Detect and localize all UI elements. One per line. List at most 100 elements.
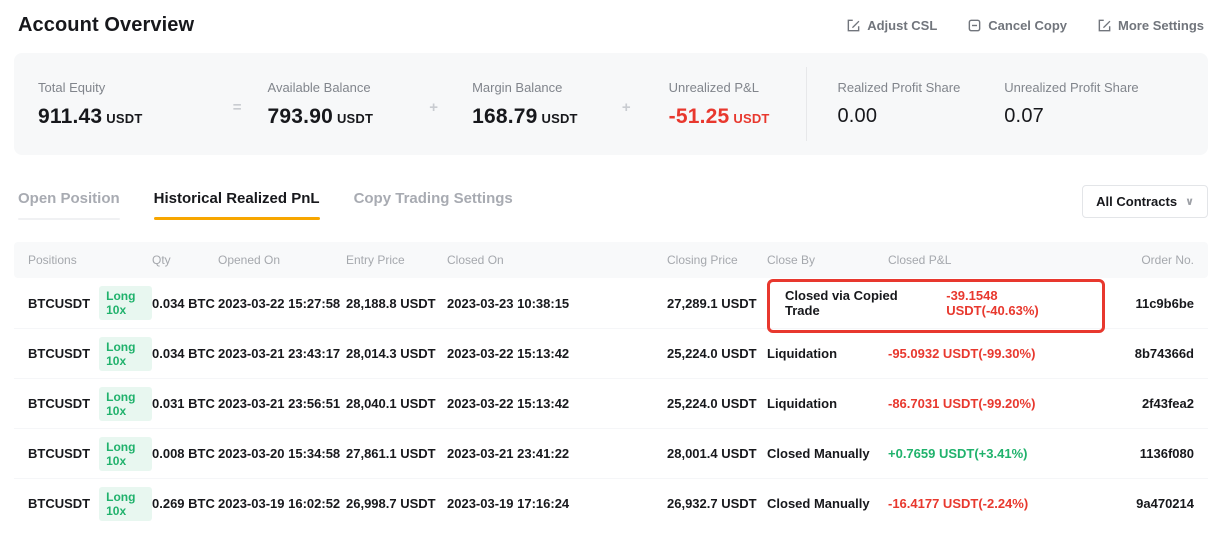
unrealized-profit-share-stat: Unrealized Profit Share 0.07 [1004,80,1184,128]
close-by-cell: Liquidation [767,396,888,411]
closed-pnl-cell: -95.0932 USDT(-99.30%) [888,346,1088,361]
tab-open-position[interactable]: Open Position [18,190,120,220]
closed-pnl-cell: -86.7031 USDT(-99.20%) [888,396,1088,411]
order-no-cell: 2f43fea2 [1088,396,1194,411]
closing-price-cell: 25,224.0 USDT [667,396,767,411]
closing-price-cell: 27,289.1 USDT [667,296,767,311]
entry-price-cell: 28,040.1 USDT [346,396,447,411]
qty-cell: 0.034 BTC [152,346,218,361]
entry-price-cell: 27,861.1 USDT [346,446,447,461]
positions-cell: BTCUSDT Long 10x [28,337,152,371]
pair-symbol: BTCUSDT [28,446,90,461]
closed-pnl-cell: +0.7659 USDT(+3.41%) [888,446,1088,461]
closed-pnl-cell: -16.4177 USDT(-2.24%) [888,496,1088,511]
pair-symbol: BTCUSDT [28,396,90,411]
page-title: Account Overview [18,14,194,37]
qty-cell: 0.031 BTC [152,396,218,411]
positions-cell: BTCUSDT Long 10x [28,437,152,471]
closed-on-cell: 2023-03-21 23:41:22 [447,446,667,461]
currency-unit: USDT [106,111,142,126]
pair-symbol: BTCUSDT [28,296,90,311]
account-summary-card: Total Equity 911.43USDT = Available Bala… [14,53,1208,155]
more-settings-button[interactable]: More Settings [1097,18,1204,33]
closing-price-cell: 28,001.4 USDT [667,446,767,461]
entry-price-cell: 28,014.3 USDT [346,346,447,361]
close-by-cell: Closed via Copied Trade [785,288,930,318]
col-opened-on: Opened On [218,253,346,267]
tab-copy-trading-settings[interactable]: Copy Trading Settings [354,190,513,220]
adjust-csl-button[interactable]: Adjust CSL [846,18,937,33]
margin-balance-value: 168.79USDT [472,105,622,129]
side-leverage-badge: Long 10x [99,487,152,521]
unrealized-pnl-label: Unrealized P&L [669,80,801,95]
positions-cell: BTCUSDT Long 10x [28,286,152,320]
total-equity-stat: Total Equity 911.43USDT [38,80,233,129]
col-positions: Positions [28,253,152,267]
historical-pnl-table: Positions Qty Opened On Entry Price Clos… [14,242,1208,528]
closed-on-cell: 2023-03-23 10:38:15 [447,296,667,311]
side-leverage-badge: Long 10x [99,387,152,421]
edit-icon [846,18,861,33]
tabs-row: Open Position Historical Realized PnL Co… [18,185,1208,224]
plus-operator: + [622,99,631,116]
header-actions: Adjust CSL Cancel Copy More Settings [846,18,1204,33]
unrealized-profit-share-value: 0.07 [1004,105,1184,128]
table-row: BTCUSDT Long 10x 0.008 BTC 2023-03-20 15… [14,428,1208,478]
currency-unit: USDT [337,111,373,126]
edit-icon [1097,18,1112,33]
table-row: BTCUSDT Long 10x 0.269 BTC 2023-03-19 16… [14,478,1208,528]
col-close-by: Close By [767,253,888,267]
closed-pnl-cell: -39.1548 USDT(-40.63%) [946,288,1088,318]
side-leverage-badge: Long 10x [99,286,152,320]
tab-bar: Open Position Historical Realized PnL Co… [18,190,513,220]
all-contracts-label: All Contracts [1096,194,1177,209]
adjust-csl-label: Adjust CSL [867,18,937,33]
entry-price-cell: 28,188.8 USDT [346,296,447,311]
realized-profit-share-value: 0.00 [837,105,1004,128]
equals-operator: = [233,99,242,116]
pair-symbol: BTCUSDT [28,346,90,361]
table-row: BTCUSDT Long 10x 0.034 BTC 2023-03-22 15… [14,278,1208,328]
total-equity-value: 911.43USDT [38,105,233,129]
margin-balance-label: Margin Balance [472,80,622,95]
currency-unit: USDT [542,111,578,126]
table-row: BTCUSDT Long 10x 0.034 BTC 2023-03-21 23… [14,328,1208,378]
col-closing-price: Closing Price [667,253,767,267]
qty-cell: 0.269 BTC [152,496,218,511]
positions-cell: BTCUSDT Long 10x [28,487,152,521]
qty-cell: 0.008 BTC [152,446,218,461]
close-by-cell: Closed Manually [767,446,888,461]
closed-on-cell: 2023-03-22 15:13:42 [447,346,667,361]
minus-square-icon [967,18,982,33]
opened-on-cell: 2023-03-19 16:02:52 [218,496,346,511]
order-no-cell: 1136f080 [1088,446,1194,461]
cancel-copy-label: Cancel Copy [988,18,1067,33]
pair-symbol: BTCUSDT [28,496,90,511]
available-balance-label: Available Balance [268,80,430,95]
col-entry-price: Entry Price [346,253,447,267]
order-no-cell: 11c9b6be [1088,296,1194,311]
tab-historical-realized-pnl[interactable]: Historical Realized PnL [154,190,320,220]
col-order-no: Order No. [1088,253,1194,267]
entry-price-cell: 26,998.7 USDT [346,496,447,511]
order-no-cell: 8b74366d [1088,346,1194,361]
table-row: BTCUSDT Long 10x 0.031 BTC 2023-03-21 23… [14,378,1208,428]
vertical-divider [806,67,807,141]
side-leverage-badge: Long 10x [99,437,152,471]
unrealized-profit-share-label: Unrealized Profit Share [1004,80,1184,95]
currency-unit: USDT [733,111,769,126]
realized-profit-share-stat: Realized Profit Share 0.00 [837,80,1004,128]
qty-cell: 0.034 BTC [152,296,218,311]
opened-on-cell: 2023-03-20 15:34:58 [218,446,346,461]
table-header-row: Positions Qty Opened On Entry Price Clos… [14,242,1208,278]
chevron-down-icon: ∨ [1185,195,1194,208]
cancel-copy-button[interactable]: Cancel Copy [967,18,1067,33]
closing-price-cell: 25,224.0 USDT [667,346,767,361]
positions-cell: BTCUSDT Long 10x [28,387,152,421]
side-leverage-badge: Long 10x [99,337,152,371]
closing-price-cell: 26,932.7 USDT [667,496,767,511]
realized-profit-share-label: Realized Profit Share [837,80,1004,95]
opened-on-cell: 2023-03-22 15:27:58 [218,296,346,311]
order-no-cell: 9a470214 [1088,496,1194,511]
all-contracts-dropdown[interactable]: All Contracts ∨ [1082,185,1208,218]
